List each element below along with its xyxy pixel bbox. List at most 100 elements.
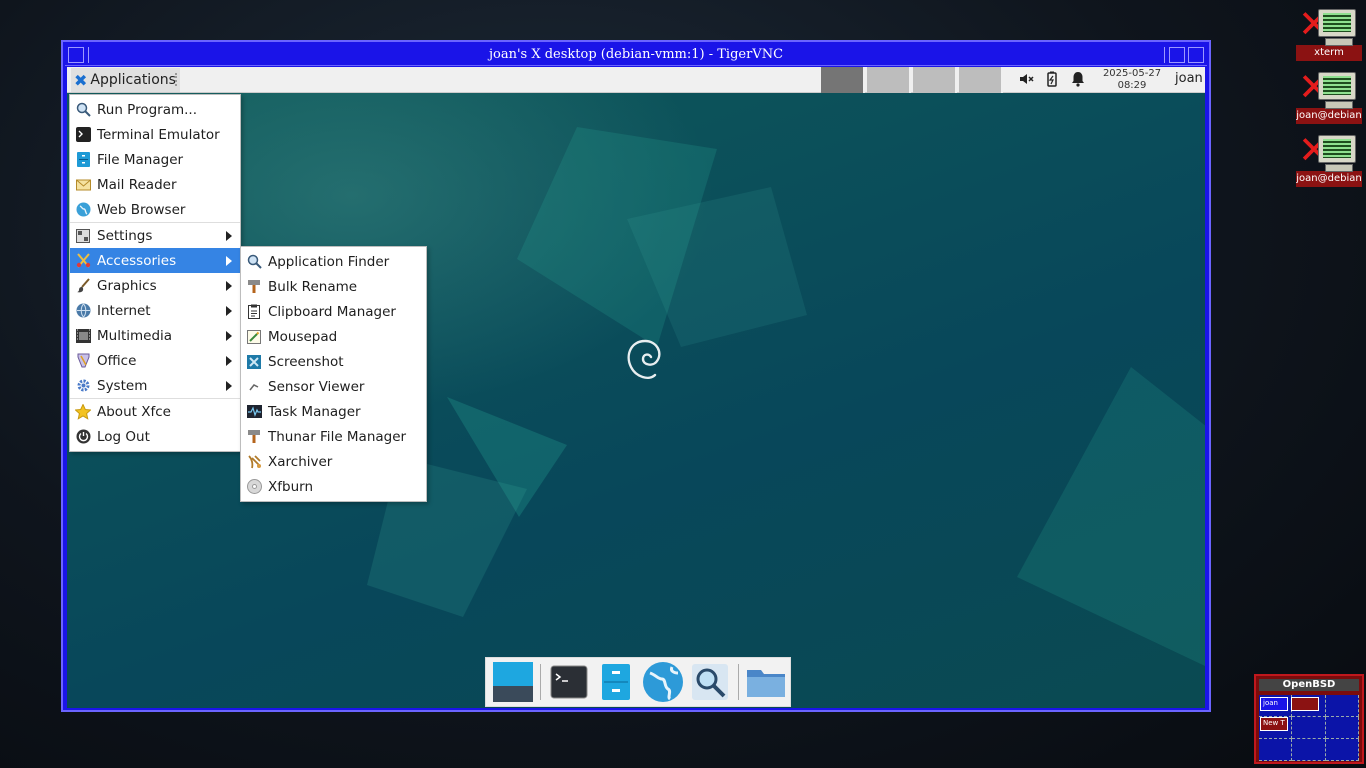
submenu-arrow-icon — [226, 356, 232, 366]
volume-muted-icon[interactable] — [1017, 71, 1035, 89]
dock-show-desktop[interactable] — [489, 659, 536, 705]
desktop-icon-joan-debian-1[interactable]: ✕ joan@debian — [1296, 67, 1362, 124]
submenu-item-mousepad[interactable]: Mousepad — [241, 324, 426, 349]
workspace-pager[interactable]: OpenBSD joan New T — [1254, 674, 1364, 764]
submenu-item-sensor-viewer[interactable]: Sensor Viewer — [241, 374, 426, 399]
computer-monitor-icon — [1318, 135, 1356, 172]
desktop-icon-joan-debian-2[interactable]: ✕ joan@debian — [1296, 130, 1362, 187]
pager-window-joan[interactable]: joan — [1260, 697, 1288, 711]
workspace-3[interactable] — [913, 67, 957, 93]
submenu-item-xarchiver[interactable]: Xarchiver — [241, 449, 426, 474]
submenu-arrow-icon — [226, 381, 232, 391]
settings-icon — [75, 228, 91, 244]
menu-item-web-browser[interactable]: Web Browser — [70, 197, 240, 222]
remote-desktop[interactable]: ✖ Applications 2025-05-27 08:29 joan Run… — [67, 67, 1205, 708]
menu-item-file-manager[interactable]: File Manager — [70, 147, 240, 172]
dock-terminal[interactable] — [545, 659, 592, 705]
vnc-titlebar[interactable]: joan's X desktop (debian-vmm:1) - TigerV… — [65, 44, 1207, 66]
submenu-arrow-icon — [226, 256, 232, 266]
submenu-item-application-finder[interactable]: Application Finder — [241, 249, 426, 274]
pager-window-new-tab[interactable]: New T — [1260, 717, 1288, 731]
menu-item-about-xfce[interactable]: About Xfce — [70, 399, 240, 424]
search-icon — [75, 102, 91, 118]
notification-bell-icon[interactable] — [1069, 71, 1087, 89]
activity-icon — [246, 404, 262, 420]
terminal-icon — [75, 127, 91, 143]
submenu-item-clipboard-manager[interactable]: Clipboard Manager — [241, 299, 426, 324]
battery-icon[interactable] — [1043, 71, 1061, 89]
computer-monitor-icon — [1318, 72, 1356, 109]
accessories-submenu: Application Finder Bulk Rename Clipboard… — [240, 246, 427, 502]
disc-icon — [246, 479, 262, 495]
dock-folder[interactable] — [743, 659, 790, 705]
user-name[interactable]: joan — [1175, 71, 1203, 86]
archive-icon — [246, 454, 262, 470]
applications-label: Applications — [90, 72, 176, 88]
menu-item-internet[interactable]: Internet — [70, 298, 240, 323]
file-cabinet-icon — [75, 152, 91, 168]
vnc-window[interactable]: joan's X desktop (debian-vmm:1) - TigerV… — [61, 40, 1211, 712]
desktop-icon-xterm[interactable]: ✕ xterm — [1296, 4, 1362, 61]
dock-web-browser[interactable] — [640, 659, 687, 705]
submenu-item-thunar-file-manager[interactable]: Thunar File Manager — [241, 424, 426, 449]
envelope-icon — [75, 177, 91, 193]
pager-title: OpenBSD — [1259, 679, 1359, 691]
submenu-arrow-icon — [226, 231, 232, 241]
power-icon — [75, 429, 91, 445]
menu-item-system[interactable]: System — [70, 373, 240, 398]
pager-grid[interactable]: joan New T — [1259, 695, 1359, 761]
menu-item-accessories[interactable]: Accessories — [70, 248, 240, 273]
desktop-icon-label: xterm — [1296, 45, 1362, 61]
accessories-icon — [75, 253, 91, 269]
menu-item-multimedia[interactable]: Multimedia — [70, 323, 240, 348]
submenu-item-bulk-rename[interactable]: Bulk Rename — [241, 274, 426, 299]
maximize-button[interactable] — [1188, 47, 1204, 63]
star-icon — [75, 403, 91, 420]
menu-item-graphics[interactable]: Graphics — [70, 273, 240, 298]
top-panel: ✖ Applications 2025-05-27 08:29 joan — [67, 67, 1205, 93]
office-icon — [75, 353, 91, 369]
text-editor-icon — [246, 329, 262, 345]
menu-item-terminal-emulator[interactable]: Terminal Emulator — [70, 122, 240, 147]
computer-monitor-icon — [1318, 9, 1356, 46]
workspace-1[interactable] — [821, 67, 865, 93]
paintbrush-icon — [75, 278, 91, 294]
workspace-4[interactable] — [959, 67, 1003, 93]
menu-item-run-program[interactable]: Run Program... — [70, 97, 240, 122]
panel-handle[interactable] — [175, 73, 178, 86]
menu-item-settings[interactable]: Settings — [70, 223, 240, 248]
menu-item-log-out[interactable]: Log Out — [70, 424, 240, 449]
desktop-icon-label: joan@debian — [1296, 108, 1362, 124]
panel-clock[interactable]: 2025-05-27 08:29 — [1097, 67, 1167, 92]
menu-item-office[interactable]: Office — [70, 348, 240, 373]
clock-time: 08:29 — [1117, 80, 1147, 91]
sensor-icon — [246, 379, 262, 395]
gear-icon — [75, 378, 91, 394]
minimize-button[interactable] — [1169, 47, 1185, 63]
film-icon — [75, 328, 91, 344]
submenu-item-task-manager[interactable]: Task Manager — [241, 399, 426, 424]
dock-app-finder[interactable] — [687, 659, 734, 705]
clock-date: 2025-05-27 — [1102, 68, 1162, 79]
file-cabinet-icon — [601, 664, 630, 700]
dock-file-manager[interactable] — [592, 659, 639, 705]
folder-icon — [747, 670, 786, 697]
submenu-item-xfburn[interactable]: Xfburn — [241, 474, 426, 499]
desktop-icon-label: joan@debian — [1296, 171, 1362, 187]
file-manager-icon — [246, 429, 262, 445]
globe-icon — [75, 303, 91, 319]
xfce-logo-icon: ✖ — [74, 70, 88, 90]
applications-menu-button[interactable]: ✖ Applications — [71, 68, 180, 92]
debian-swirl-logo-icon — [627, 339, 661, 379]
workspace-2[interactable] — [867, 67, 911, 93]
menu-item-mail-reader[interactable]: Mail Reader — [70, 172, 240, 197]
search-icon — [246, 254, 262, 270]
globe-icon — [75, 202, 91, 218]
clipboard-icon — [246, 304, 262, 320]
search-icon — [692, 664, 729, 700]
submenu-item-screenshot[interactable]: Screenshot — [241, 349, 426, 374]
submenu-arrow-icon — [226, 331, 232, 341]
submenu-arrow-icon — [226, 281, 232, 291]
applications-menu: Run Program... Terminal Emulator File Ma… — [69, 94, 241, 452]
pager-window-xterm[interactable] — [1291, 697, 1319, 711]
